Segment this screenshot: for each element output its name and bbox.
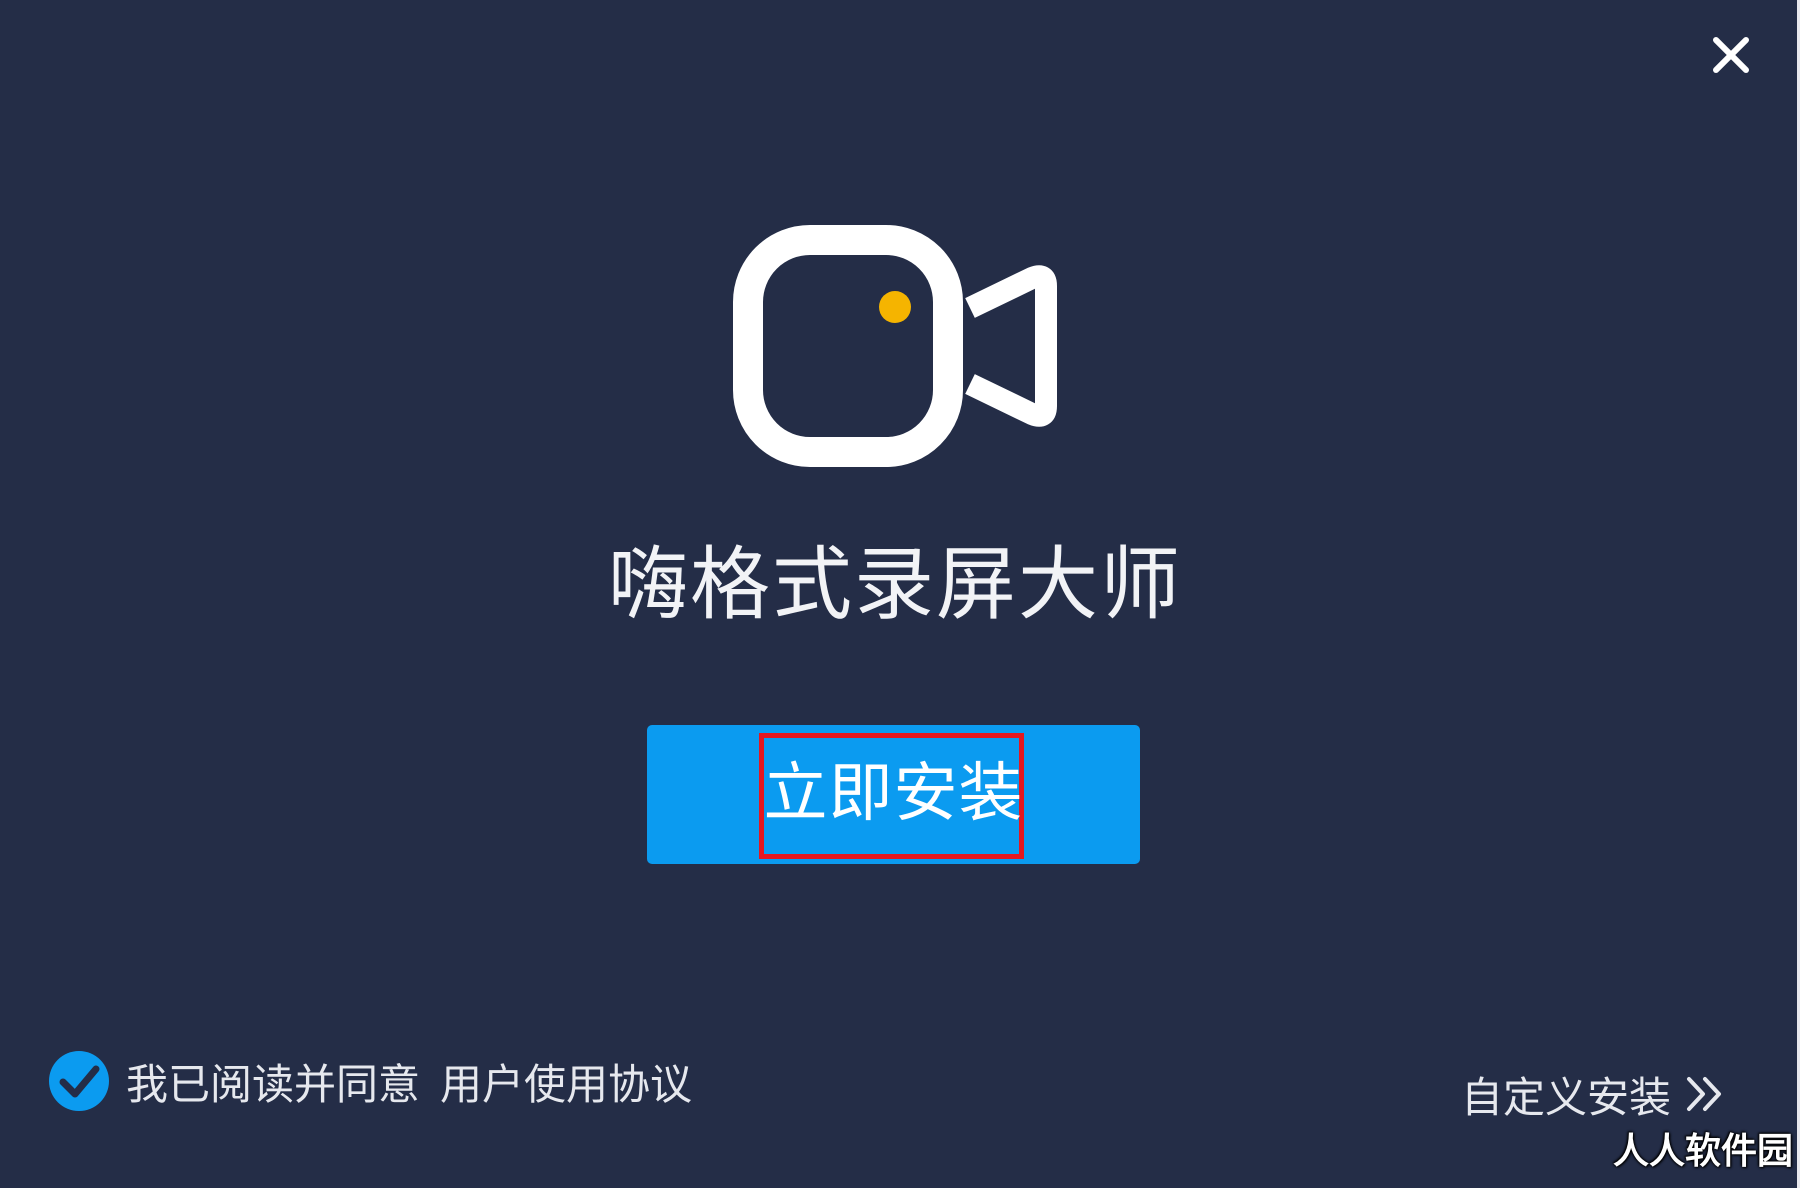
watermark: 人人软件园 xyxy=(1612,1131,1793,1172)
check-circle-icon xyxy=(49,1051,109,1111)
custom-install-label: 自定义安装 xyxy=(1460,1072,1671,1122)
user-agreement-link[interactable]: 用户使用协议 xyxy=(440,1051,692,1112)
record-dot xyxy=(879,291,911,323)
install-now-label[interactable]: 立即安装 xyxy=(647,725,1140,864)
agreement-text: 我已阅读并同意 xyxy=(126,1059,421,1109)
double-chevron-right-icon xyxy=(1681,1071,1727,1117)
custom-install-link[interactable]: 自定义安装 xyxy=(1461,1062,1727,1126)
agree-checkbox[interactable] xyxy=(48,1050,110,1112)
close-icon xyxy=(1713,37,1749,73)
installer-window: 嗨格式录屏大师 立即安装 我已阅读并同意 用户使用协议 自定义安装 人人软件园 xyxy=(0,0,1797,1188)
agreement-row: 我已阅读并同意 用户使用协议 xyxy=(48,1048,692,1114)
app-logo xyxy=(730,222,1070,476)
close-button[interactable] xyxy=(1704,28,1758,82)
video-camera-icon xyxy=(733,225,1057,467)
app-title: 嗨格式录屏大师 xyxy=(608,538,1182,631)
